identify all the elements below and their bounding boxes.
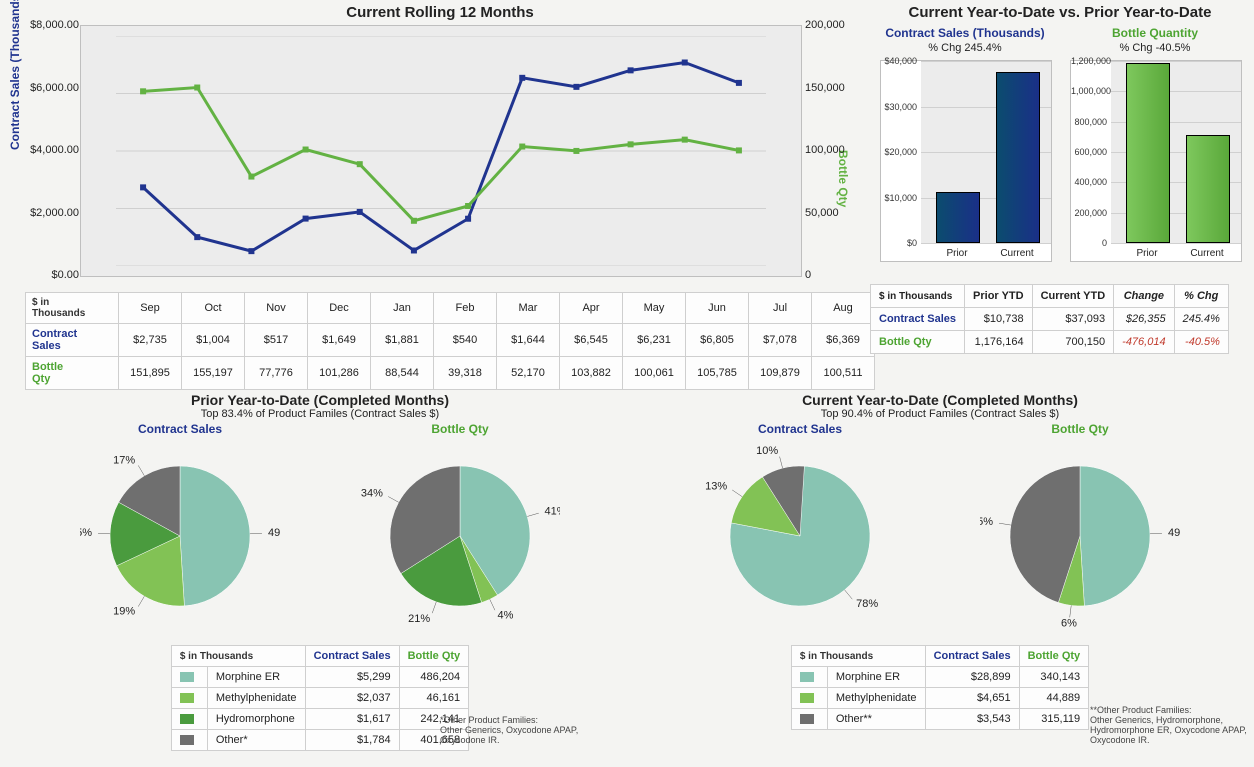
prior-ytd-heading: Prior Year-to-Date (Completed Months) [20,392,620,408]
current-pie-bq-title: Bottle Qty [950,422,1210,436]
svg-text:15%: 15% [80,527,92,539]
ytd-bq-pctchg: % Chg -40.5% [1070,42,1240,54]
rolling12-chart [80,25,802,277]
prior-pie-bq-title: Bottle Qty [330,422,590,436]
svg-text:17%: 17% [113,454,135,466]
prior-footnote: *Other Product Families:Other Generics, … [440,716,610,746]
svg-text:34%: 34% [361,488,383,500]
svg-text:49%: 49% [1168,527,1180,539]
prior-pie-cs-title: Contract Sales [50,422,310,436]
prior-ytd-zone: Prior Year-to-Date (Completed Months) To… [20,392,620,751]
svg-text:21%: 21% [408,613,430,625]
svg-text:6%: 6% [1061,617,1077,629]
current-ytd-zone: Current Year-to-Date (Completed Months) … [640,392,1240,730]
svg-text:10%: 10% [756,445,778,457]
y-ticks-right: 050,000100,000150,000200,000 [805,25,855,275]
current-footnote: **Other Product Families:Other Generics,… [1090,706,1250,746]
dashboard-page: Current Rolling 12 Months Contract Sales… [0,0,1254,767]
rolling12-title: Current Rolling 12 Months [80,4,800,21]
svg-text:4%: 4% [497,610,513,622]
ytd-bq-subtitle: Bottle Quantity [1070,26,1240,40]
prior-pie-bq: 41% 4% 21% 34% [360,436,560,636]
current-product-table: $ in Thousands Contract SalesBottle Qty … [791,645,1089,730]
svg-text:49%: 49% [268,527,280,539]
prior-pie-cs: 49% 19% 15% 17% [80,436,280,636]
current-ytd-heading: Current Year-to-Date (Completed Months) [640,392,1240,408]
svg-text:45%: 45% [980,516,993,528]
ytd-cs-pctchg: % Chg 245.4% [880,42,1050,54]
ytd-bq-bar-chart: 0200,000400,000600,000800,0001,000,0001,… [1070,60,1242,262]
current-pie-cs: 78% 13% 10% [700,436,900,636]
current-pie-cs-title: Contract Sales [670,422,930,436]
prior-ytd-sub: Top 83.4% of Product Familes (Contract S… [20,408,620,420]
svg-text:19%: 19% [113,606,135,618]
ytd-bars-zone: Current Year-to-Date vs. Prior Year-to-D… [880,4,1240,21]
svg-text:78%: 78% [856,598,878,610]
ytd-title: Current Year-to-Date vs. Prior Year-to-D… [880,4,1240,21]
current-ytd-sub: Top 90.4% of Product Familes (Contract S… [640,408,1240,420]
y-ticks-left: $0.00$2,000.00$4,000.00$6,000.00$8,000.0… [24,25,79,275]
current-pie-bq: 49% 6% 45% [980,436,1180,636]
y-axis-left-label: Contract Sales (Thousands) [8,0,22,150]
ytd-compare-table: $ in Thousands Prior YTDCurrent YTD Chan… [870,284,1229,354]
svg-text:41%: 41% [545,505,560,517]
svg-text:13%: 13% [705,481,727,493]
ytd-cs-bar-chart: $0$10,000$20,000$30,000$40,000PriorCurre… [880,60,1052,262]
prior-product-table: $ in Thousands Contract SalesBottle Qty … [171,645,469,751]
rolling12-table: $ in ThousandsSepOctNovDecJanFebMarAprMa… [25,292,875,390]
ytd-cs-subtitle: Contract Sales (Thousands) [880,26,1050,40]
